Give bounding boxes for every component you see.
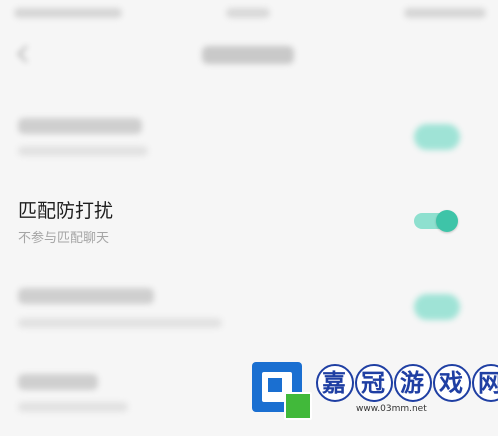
- toggle-knob: [436, 210, 458, 232]
- back-arrow-icon[interactable]: [16, 46, 32, 62]
- status-bar-time: [226, 8, 270, 18]
- match-dnd-toggle[interactable]: [414, 210, 458, 232]
- status-bar-left: [14, 8, 122, 18]
- watermark-url: www.03mm.net: [356, 404, 427, 414]
- toggle-switch[interactable]: [414, 294, 460, 320]
- watermark-char: 戏: [433, 364, 471, 402]
- setting-row-subtitle: [18, 318, 222, 328]
- setting-row-title: [18, 118, 142, 134]
- watermark-logo-icon: [250, 360, 312, 420]
- setting-row-subtitle: [18, 402, 128, 412]
- watermark-text: 嘉冠游戏网: [316, 364, 498, 402]
- setting-row-title: [18, 288, 154, 304]
- status-bar-right: [404, 8, 486, 18]
- setting-row-subtitle: 不参与匹配聊天: [18, 231, 110, 246]
- setting-row-blurred-2[interactable]: [0, 272, 498, 348]
- setting-row-title: 匹配防打扰: [18, 200, 114, 222]
- setting-row-title: [18, 374, 98, 390]
- watermark-char: 游: [394, 364, 432, 402]
- page-title: [202, 46, 294, 64]
- setting-row-blurred-1[interactable]: [0, 104, 498, 180]
- nav-bar: [0, 34, 498, 78]
- watermark-char: 冠: [355, 364, 393, 402]
- setting-row-subtitle: [18, 146, 148, 156]
- toggle-switch[interactable]: [414, 124, 460, 150]
- watermark: 嘉冠游戏网 www.03mm.net: [250, 360, 498, 420]
- status-bar: [0, 0, 498, 26]
- watermark-char: 嘉: [316, 364, 354, 402]
- watermark-char: 网: [472, 364, 498, 402]
